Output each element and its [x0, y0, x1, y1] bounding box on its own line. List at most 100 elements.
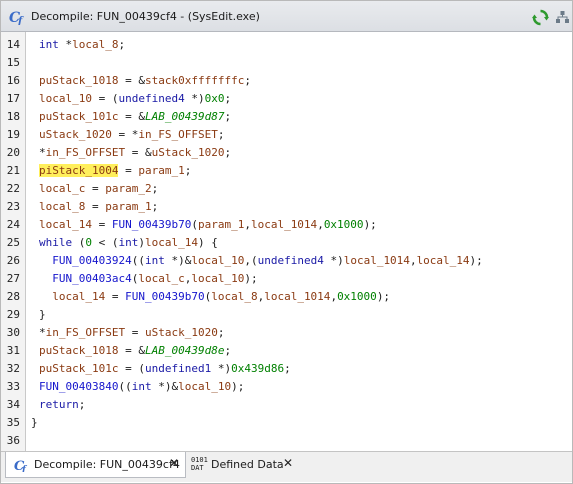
code-line[interactable]: 24 local_14 = FUN_00439b70(param_1,local_… — [1, 216, 572, 234]
code-line[interactable]: 35} — [1, 414, 572, 432]
code-line[interactable]: 36 — [1, 432, 572, 450]
code-token: ( — [72, 236, 86, 249]
code-editor[interactable]: 14 int *local_8; 15 16 puStack_1018 = &stack… — [1, 32, 572, 451]
code-token: local_c — [39, 182, 86, 195]
code-token: int — [131, 380, 152, 393]
code-line[interactable]: 25 while (0 < (int)local_14) { — [1, 234, 572, 252]
code-token: 0x1000 — [337, 290, 377, 303]
tab-decompile[interactable]: C f Decompile: FUN_00439cf4 ✕ — [5, 452, 186, 478]
code-text[interactable]: int *local_8; — [39, 38, 125, 51]
line-number: 18 — [6, 110, 20, 123]
line-number: 34 — [6, 398, 20, 411]
code-token: LAB_00439d8e — [144, 344, 225, 357]
code-token: = — [125, 326, 145, 339]
code-line[interactable]: 16 puStack_1018 = &stack0xfffffffc; — [1, 72, 572, 90]
title-bar: C f Decompile: FUN_00439cf4 - (SysEdit.e… — [1, 1, 572, 32]
code-line[interactable]: 29} — [1, 306, 572, 324]
code-text[interactable]: } — [31, 416, 38, 429]
code-line[interactable]: 22 local_c = param_2; — [1, 180, 572, 198]
code-line[interactable]: 30 *in_FS_OFFSET = uStack_1020; — [1, 324, 572, 342]
code-token: ); — [231, 380, 245, 393]
close-icon[interactable]: ✕ — [169, 456, 179, 470]
code-text[interactable]: puStack_101c = &LAB_00439d87; — [39, 110, 231, 123]
line-number: 26 — [6, 254, 20, 267]
code-line[interactable]: 31 puStack_1018 = &LAB_00439d8e; — [1, 342, 572, 360]
code-line[interactable]: 23 local_8 = param_1; — [1, 198, 572, 216]
code-token: } — [31, 416, 38, 429]
code-text[interactable]: local_8 = param_1; — [39, 200, 158, 213]
snapshot-icon[interactable] — [555, 10, 570, 25]
code-token: 0x1000 — [323, 218, 364, 231]
code-line[interactable]: 34 return; — [1, 396, 572, 414]
code-text[interactable]: local_10 = (undefined4 *)0x0; — [39, 92, 231, 105]
code-token: uStack_1020 — [151, 146, 225, 159]
code-token: undefined1 — [144, 362, 212, 375]
code-text[interactable]: piStack_1004 = param_1; — [39, 164, 191, 177]
code-line[interactable]: 19 uStack_1020 = *in_FS_OFFSET; — [1, 126, 572, 144]
code-token: , — [244, 218, 251, 231]
code-token: local_c — [138, 272, 185, 285]
code-line[interactable]: 33 FUN_00403840((int *)&local_10); — [1, 378, 572, 396]
code-token: * — [39, 326, 46, 339]
code-token: int — [39, 38, 59, 51]
close-icon[interactable]: ✕ — [283, 456, 293, 470]
code-line[interactable]: 18 puStack_101c = &LAB_00439d87; — [1, 108, 572, 126]
code-token: FUN_00403ac4 — [52, 272, 132, 285]
code-token: while — [39, 236, 73, 249]
code-token: puStack_101c — [39, 110, 119, 123]
code-token: < ( — [92, 236, 119, 249]
code-line[interactable]: 32 puStack_101c = (undefined1 *)0x439d86; — [1, 360, 572, 378]
code-token: param_2 — [105, 182, 152, 195]
code-line[interactable]: 17 local_10 = (undefined4 *)0x0; — [1, 90, 572, 108]
code-text[interactable]: } — [39, 308, 46, 321]
code-token: = — [118, 164, 139, 177]
code-text[interactable]: *in_FS_OFFSET = uStack_1020; — [39, 326, 224, 339]
code-line[interactable]: 20 *in_FS_OFFSET = &uStack_1020; — [1, 144, 572, 162]
code-token: ( — [191, 218, 198, 231]
code-token: int — [144, 254, 165, 267]
code-text[interactable]: puStack_101c = (undefined1 *)0x439d86; — [39, 362, 291, 375]
code-token: ; — [151, 182, 159, 195]
line-number: 25 — [6, 236, 20, 249]
line-number: 33 — [6, 380, 20, 393]
code-token: ; — [284, 362, 291, 375]
tab-defined-data[interactable]: 0101 DAT Defined Data ✕ — [191, 452, 301, 478]
code-token: uStack_1020 — [39, 128, 112, 141]
code-text[interactable]: return; — [39, 398, 85, 411]
svg-text:f: f — [21, 465, 28, 472]
code-line[interactable]: 14 int *local_8; — [1, 36, 572, 54]
code-text[interactable]: local_14 = FUN_00439b70(param_1,local_10… — [39, 218, 377, 231]
code-text[interactable]: local_14 = FUN_00439b70(local_8,local_10… — [39, 290, 390, 303]
code-text[interactable]: FUN_00403ac4(local_c,local_10); — [39, 272, 257, 285]
code-line[interactable]: 26 FUN_00403924((int *)&local_10,(undefi… — [1, 252, 572, 270]
code-token: local_1014 — [343, 254, 410, 267]
code-text[interactable]: uStack_1020 = *in_FS_OFFSET; — [39, 128, 224, 141]
code-token: local_8 — [39, 200, 86, 213]
code-token: in_FS_OFFSET — [45, 146, 126, 159]
code-text[interactable]: while (0 < (int)local_14) { — [39, 236, 218, 249]
code-token: local_1014 — [250, 218, 318, 231]
code-token: puStack_1018 — [39, 74, 119, 87]
code-line[interactable]: 15 — [1, 54, 572, 72]
line-number: 20 — [6, 146, 20, 159]
code-text[interactable]: FUN_00403840((int *)&local_10); — [39, 380, 244, 393]
code-text[interactable]: local_c = param_2; — [39, 182, 158, 195]
code-text[interactable]: FUN_00403924((int *)&local_10,(undefined… — [39, 254, 483, 267]
line-number: 29 — [6, 308, 20, 321]
line-number: 19 — [6, 128, 20, 141]
code-token: *)& — [151, 380, 179, 393]
code-token: local_14 — [52, 290, 106, 303]
code-token: * — [58, 38, 73, 51]
code-text[interactable]: *in_FS_OFFSET = &uStack_1020; — [39, 146, 231, 159]
refresh-icon[interactable] — [532, 9, 549, 26]
tab-bar: C f Decompile: FUN_00439cf4 ✕ 0101 DAT D… — [1, 451, 572, 482]
code-token: local_10 — [39, 92, 92, 105]
code-text[interactable]: puStack_1018 = &LAB_00439d8e; — [39, 344, 231, 357]
code-line[interactable]: 27 FUN_00403ac4(local_c,local_10); — [1, 270, 572, 288]
line-number: 27 — [6, 272, 20, 285]
code-line[interactable]: 28 local_14 = FUN_00439b70(local_8,local… — [1, 288, 572, 306]
code-token: ; — [224, 146, 232, 159]
code-line[interactable]: 21 piStack_1004 = param_1; — [1, 162, 572, 180]
decompile-icon: C f — [9, 10, 24, 25]
code-text[interactable]: puStack_1018 = &stack0xfffffffc; — [39, 74, 251, 87]
